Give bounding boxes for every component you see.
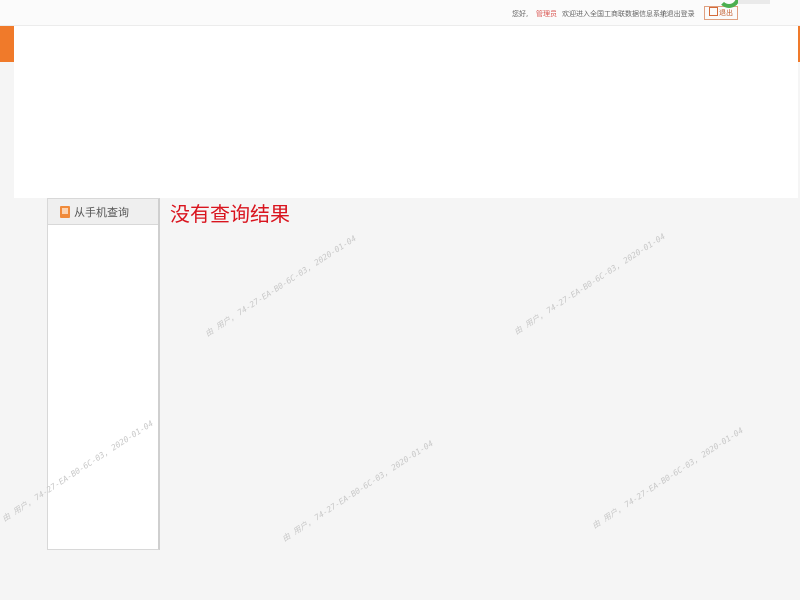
watermark: 由 用户, 74-27-EA-B0-6C-03, 2020-01-04	[280, 438, 435, 544]
watermark: 由 用户, 74-27-EA-B0-6C-03, 2020-01-04	[512, 231, 667, 337]
exit-icon	[709, 7, 718, 16]
header-area	[14, 26, 798, 198]
topbar-right-box	[738, 0, 770, 4]
sidebar: 从手机查询	[47, 198, 160, 550]
username-link[interactable]: 管理员	[536, 9, 557, 19]
watermark: 由 用户, 74-27-EA-B0-6C-03, 2020-01-04	[203, 233, 358, 339]
exit-button-label: 退出	[719, 9, 733, 17]
no-result-message: 没有查询结果	[170, 202, 290, 226]
phone-icon	[60, 205, 70, 218]
sidebar-item-label: 从手机查询	[74, 205, 129, 219]
top-bar: 您好, 管理员 欢迎进入全国工商联数据信息系统 | 退出登录 退出	[0, 0, 800, 26]
watermark: 由 用户, 74-27-EA-B0-6C-03, 2020-01-04	[590, 425, 745, 531]
sidebar-item-phone-query[interactable]: 从手机查询	[48, 199, 158, 225]
header-accent-left	[0, 26, 14, 62]
welcome-text: 欢迎进入全国工商联数据信息系统	[562, 10, 667, 18]
greeting-text: 您好,	[512, 10, 529, 18]
logout-link[interactable]: | 退出登录	[662, 9, 695, 19]
exit-button[interactable]: 退出	[704, 6, 738, 20]
